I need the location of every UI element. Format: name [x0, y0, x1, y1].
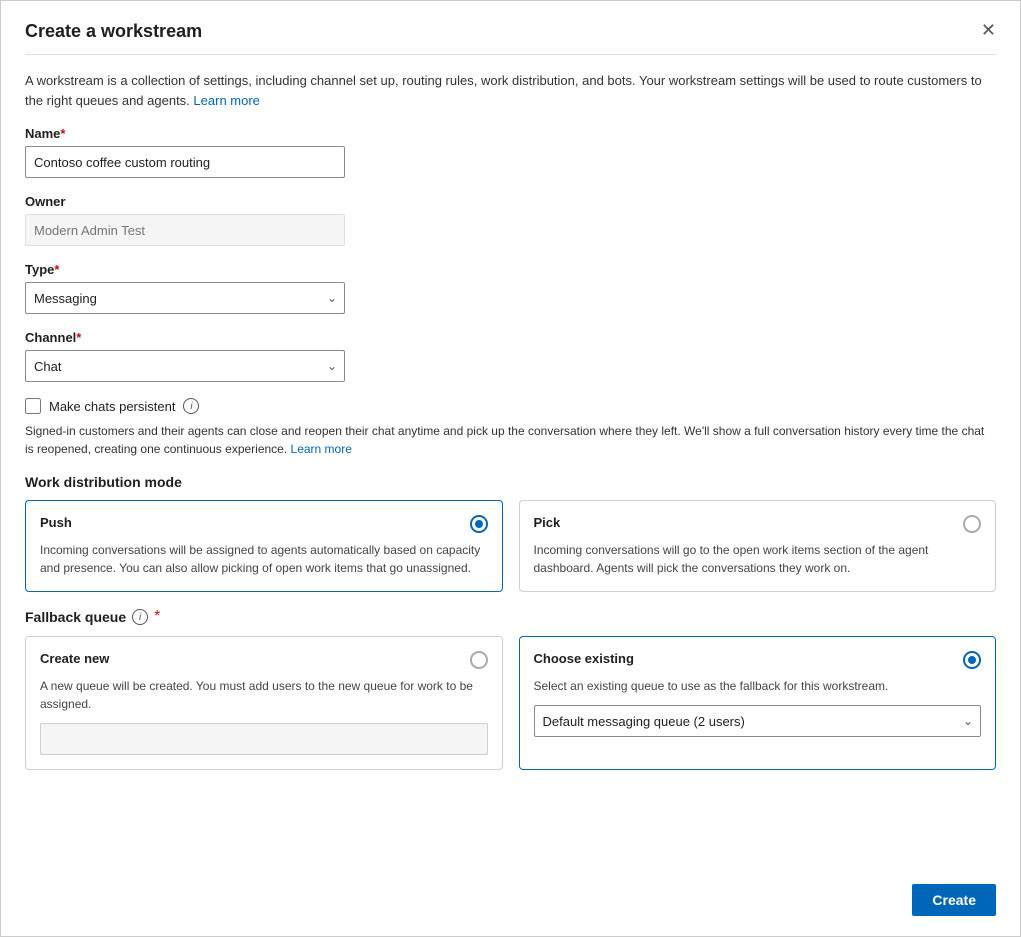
pick-option-card[interactable]: Pick Incoming conversations will go to t…: [519, 500, 997, 592]
create-new-card[interactable]: Create new A new queue will be created. …: [25, 636, 503, 770]
persistent-checkbox[interactable]: [25, 398, 41, 414]
fallback-queue-header: Fallback queue i *: [25, 608, 996, 626]
name-input[interactable]: [25, 146, 345, 178]
persistent-checkbox-row: Make chats persistent i: [25, 398, 996, 414]
persistent-checkbox-label[interactable]: Make chats persistent: [49, 399, 175, 414]
fallback-queue-options: Create new A new queue will be created. …: [25, 636, 996, 770]
choose-existing-title: Choose existing: [534, 651, 634, 666]
create-button[interactable]: Create: [912, 884, 996, 916]
dialog-description: A workstream is a collection of settings…: [25, 71, 996, 110]
type-label: Type*: [25, 262, 996, 277]
work-distribution-options: Push Incoming conversations will be assi…: [25, 500, 996, 592]
type-select[interactable]: Messaging Voice Chat: [25, 282, 345, 314]
choose-existing-radio[interactable]: [963, 651, 981, 669]
pick-card-desc: Incoming conversations will go to the op…: [534, 541, 982, 577]
create-workstream-dialog: Create a workstream ✕ A workstream is a …: [0, 0, 1021, 937]
pick-card-header: Pick: [534, 515, 982, 533]
pick-radio[interactable]: [963, 515, 981, 533]
work-distribution-title: Work distribution mode: [25, 474, 996, 490]
owner-input: [25, 214, 345, 246]
dialog-title: Create a workstream: [25, 21, 202, 42]
header-divider: [25, 54, 996, 55]
fallback-info-icon: i: [132, 609, 148, 625]
push-card-header: Push: [40, 515, 488, 533]
persistent-description: Signed-in customers and their agents can…: [25, 422, 985, 458]
choose-existing-card[interactable]: Choose existing Select an existing queue…: [519, 636, 997, 770]
owner-field-section: Owner: [25, 194, 996, 246]
queue-select-wrapper: Default messaging queue (2 users) ⌄: [534, 705, 982, 737]
type-field-section: Type* Messaging Voice Chat ⌄: [25, 262, 996, 314]
push-radio[interactable]: [470, 515, 488, 533]
dialog-header: Create a workstream ✕: [25, 21, 996, 42]
description-learn-more-link[interactable]: Learn more: [193, 93, 259, 108]
push-card-title: Push: [40, 515, 72, 530]
fallback-queue-title: Fallback queue: [25, 609, 126, 625]
create-new-input-placeholder: [40, 723, 488, 755]
create-new-title: Create new: [40, 651, 109, 666]
name-label: Name*: [25, 126, 996, 141]
queue-select[interactable]: Default messaging queue (2 users): [534, 705, 982, 737]
type-select-wrapper: Messaging Voice Chat ⌄: [25, 282, 345, 314]
push-card-desc: Incoming conversations will be assigned …: [40, 541, 488, 577]
push-radio-inner: [475, 520, 483, 528]
channel-field-section: Channel* Chat Voice Email ⌄: [25, 330, 996, 382]
channel-label: Channel*: [25, 330, 996, 345]
channel-select[interactable]: Chat Voice Email: [25, 350, 345, 382]
create-new-header: Create new: [40, 651, 488, 669]
push-option-card[interactable]: Push Incoming conversations will be assi…: [25, 500, 503, 592]
owner-label: Owner: [25, 194, 996, 209]
dialog-footer: Create: [912, 884, 996, 916]
channel-select-wrapper: Chat Voice Email ⌄: [25, 350, 345, 382]
name-field-section: Name*: [25, 126, 996, 178]
persistent-learn-more-link[interactable]: Learn more: [291, 442, 352, 456]
persistent-info-icon: i: [183, 398, 199, 414]
choose-existing-header: Choose existing: [534, 651, 982, 669]
choose-existing-radio-inner: [968, 656, 976, 664]
create-new-desc: A new queue will be created. You must ad…: [40, 677, 488, 713]
close-button[interactable]: ✕: [981, 21, 996, 39]
create-new-radio[interactable]: [470, 651, 488, 669]
choose-existing-desc: Select an existing queue to use as the f…: [534, 677, 982, 695]
pick-card-title: Pick: [534, 515, 561, 530]
